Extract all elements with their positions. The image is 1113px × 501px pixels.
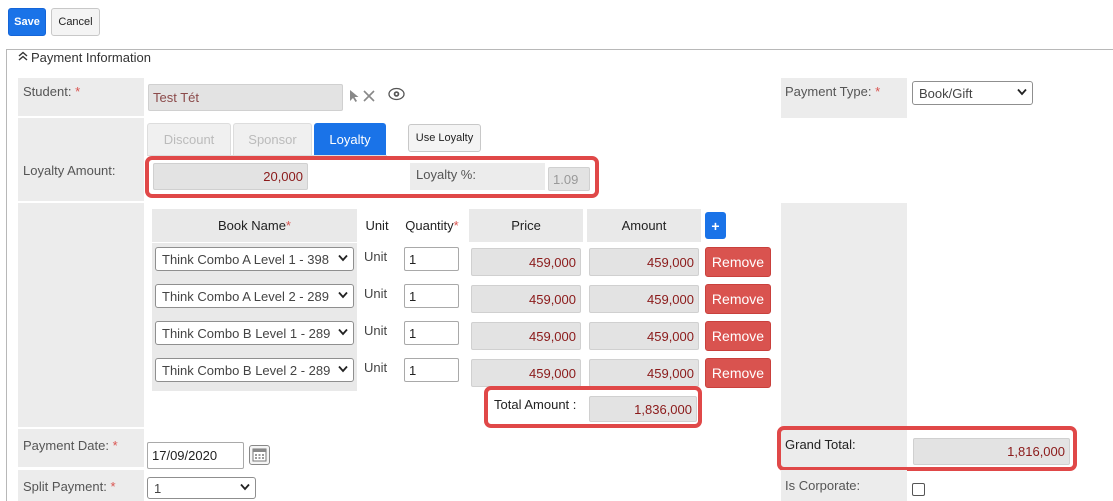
- right-spacer-cell: [781, 203, 907, 427]
- split-payment-select[interactable]: 1: [147, 477, 256, 499]
- is-corporate-label-cell: Is Corporate:: [781, 470, 907, 501]
- quantity-input[interactable]: 1: [404, 358, 459, 382]
- payment-type-label: Payment Type: *: [785, 84, 881, 99]
- tab-discount[interactable]: Discount: [147, 123, 231, 155]
- section-title: Payment Information: [31, 50, 151, 65]
- chevron-down-icon: [338, 254, 348, 265]
- price-field: 459,000: [471, 285, 581, 313]
- payment-date-label-cell: Payment Date: *: [18, 429, 144, 467]
- save-button[interactable]: Save: [8, 8, 46, 36]
- book-select-value: Think Combo B Level 2 - 289: [162, 362, 331, 378]
- quantity-input[interactable]: 1: [404, 321, 459, 345]
- split-payment-label: Split Payment: *: [23, 479, 116, 494]
- chevron-down-icon: [338, 328, 348, 339]
- tabs-label-cell: [18, 118, 144, 156]
- amount-field: 459,000: [589, 248, 699, 276]
- book-select[interactable]: Think Combo B Level 2 - 289: [155, 358, 354, 382]
- is-corporate-checkbox[interactable]: [912, 483, 925, 496]
- amount-field: 459,000: [589, 285, 699, 313]
- remove-button[interactable]: Remove: [705, 247, 771, 277]
- split-payment-label-cell: Split Payment: *: [18, 470, 144, 501]
- payment-type-select[interactable]: Book/Gift: [912, 81, 1033, 105]
- payment-type-value: Book/Gift: [919, 85, 973, 101]
- highlight-grand-total: [777, 426, 1077, 471]
- books-label-cell: [18, 203, 144, 427]
- book-select[interactable]: Think Combo A Level 1 - 398: [155, 247, 354, 271]
- remove-button[interactable]: Remove: [705, 284, 771, 314]
- section-border-top: [6, 49, 1113, 50]
- calendar-icon[interactable]: [249, 445, 270, 465]
- close-icon[interactable]: [363, 90, 375, 105]
- book-select-value: Think Combo A Level 2 - 289: [162, 288, 329, 304]
- payment-date-label: Payment Date: *: [23, 438, 118, 453]
- book-select-value: Think Combo A Level 1 - 398: [162, 251, 329, 267]
- unit-value: Unit: [364, 249, 388, 264]
- unit-value: Unit: [364, 360, 388, 375]
- book-select-value: Think Combo B Level 1 - 289: [162, 325, 331, 341]
- remove-button[interactable]: Remove: [705, 358, 771, 388]
- add-row-button[interactable]: +: [705, 212, 726, 239]
- amount-header: Amount: [587, 209, 701, 242]
- unit-header: Unit: [365, 218, 389, 233]
- price-header: Price: [469, 209, 583, 242]
- cursor-icon[interactable]: [348, 89, 360, 106]
- tab-loyalty[interactable]: Loyalty: [314, 123, 386, 155]
- price-field: 459,000: [471, 359, 581, 387]
- chevron-double-up-icon[interactable]: [18, 51, 28, 64]
- cancel-button[interactable]: Cancel: [51, 8, 100, 36]
- highlight-loyalty: [145, 156, 599, 198]
- quantity-header: Quantity *: [405, 218, 459, 233]
- quantity-input[interactable]: 1: [404, 284, 459, 308]
- chevron-down-icon: [240, 483, 250, 494]
- price-field: 459,000: [471, 322, 581, 350]
- payment-type-label-cell: Payment Type: *: [781, 78, 907, 118]
- section-border-left: [6, 49, 7, 501]
- loyalty-amount-label: Loyalty Amount:: [23, 163, 116, 178]
- loyalty-amount-label-cell: Loyalty Amount:: [18, 156, 144, 201]
- chevron-down-icon: [338, 291, 348, 302]
- chevron-down-icon: [1017, 88, 1027, 99]
- amount-field: 459,000: [589, 359, 699, 387]
- section-header[interactable]: Payment Information: [18, 50, 154, 65]
- unit-value: Unit: [364, 323, 388, 338]
- tab-sponsor[interactable]: Sponsor: [233, 123, 312, 155]
- split-payment-value: 1: [154, 480, 162, 496]
- chevron-down-icon: [338, 365, 348, 376]
- book-select[interactable]: Think Combo A Level 2 - 289: [155, 284, 354, 308]
- price-field: 459,000: [471, 248, 581, 276]
- student-label: Student: *: [23, 84, 81, 99]
- book-name-header: Book Name *: [218, 218, 291, 233]
- is-corporate-label: Is Corporate:: [785, 478, 861, 493]
- quantity-input[interactable]: 1: [404, 247, 459, 271]
- use-loyalty-button[interactable]: Use Loyalty: [408, 124, 481, 152]
- payment-date-input[interactable]: 17/09/2020: [147, 442, 244, 469]
- student-label-cell: Student: *: [18, 78, 144, 116]
- amount-field: 459,000: [589, 322, 699, 350]
- unit-value: Unit: [364, 286, 388, 301]
- remove-button[interactable]: Remove: [705, 321, 771, 351]
- book-select[interactable]: Think Combo B Level 1 - 289: [155, 321, 354, 345]
- student-field[interactable]: Test Tét: [148, 84, 343, 111]
- highlight-total-amount: [484, 386, 702, 428]
- eye-icon[interactable]: [388, 87, 405, 104]
